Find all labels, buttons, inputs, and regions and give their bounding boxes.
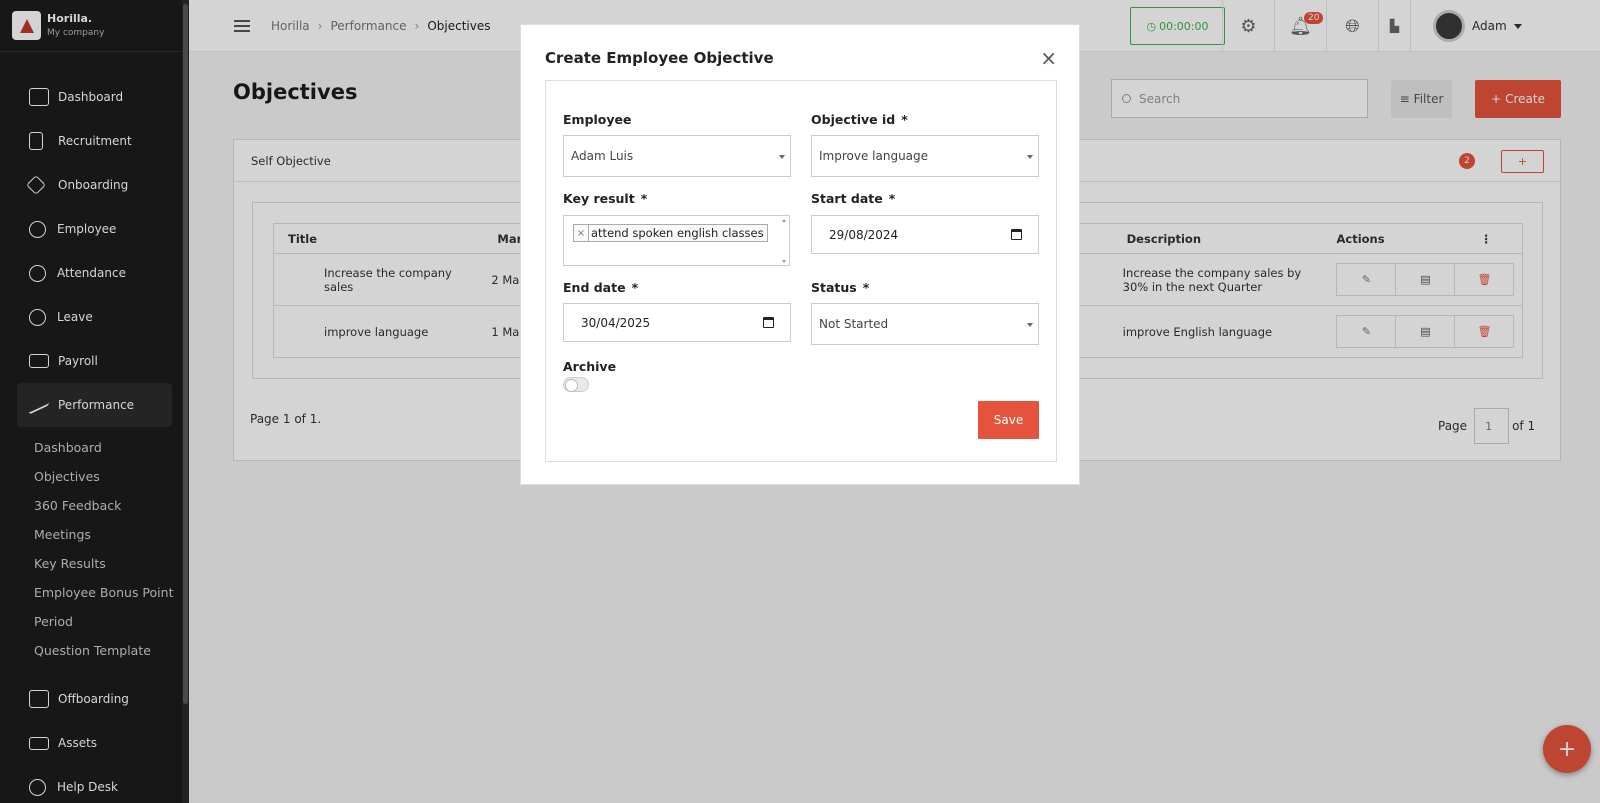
calendar-icon[interactable] [763, 317, 774, 328]
remove-tag-icon[interactable]: × [574, 225, 589, 241]
start-date-label: Start date * [811, 191, 895, 206]
required-mark: * [901, 112, 908, 127]
objective-value: Improve language [819, 149, 929, 163]
end-label-text: End date [563, 280, 626, 295]
required-mark: * [640, 191, 648, 206]
employee-label-text: Employee [563, 112, 632, 127]
objective-form: Employee Adam Luis Objective id * Improve… [545, 80, 1057, 462]
objective-label-text: Objective id [811, 112, 896, 127]
archive-toggle[interactable] [563, 377, 589, 392]
end-date-label: End date * [563, 280, 638, 295]
required-mark: * [862, 280, 870, 295]
tag-label: attend spoken english classes [591, 226, 764, 240]
required-mark: * [631, 280, 639, 295]
create-objective-modal: Create Employee Objective × Employee Ada… [520, 24, 1080, 485]
archive-label: Archive [563, 359, 617, 374]
end-date-input[interactable]: 30/04/2025 [563, 303, 791, 342]
multiselect-scrollbar[interactable] [781, 218, 787, 264]
key-result-multiselect[interactable]: × attend spoken english classes [563, 215, 790, 266]
modal-title: Create Employee Objective [545, 49, 774, 67]
calendar-icon[interactable] [1011, 229, 1022, 240]
status-label-text: Status [811, 280, 857, 295]
start-date-value: 29/08/2024 [829, 227, 899, 242]
end-date-value: 30/04/2025 [581, 315, 651, 330]
dropdown-arrow-icon [1027, 323, 1033, 327]
employee-value: Adam Luis [571, 149, 634, 163]
status-select[interactable]: Not Started [811, 303, 1039, 345]
dropdown-arrow-icon [1027, 155, 1033, 159]
start-date-input[interactable]: 29/08/2024 [811, 215, 1039, 254]
save-button[interactable]: Save [978, 401, 1039, 439]
status-label: Status * [811, 280, 869, 295]
objective-id-label: Objective id * [811, 112, 908, 127]
objective-id-select[interactable]: Improve language [811, 135, 1039, 177]
required-mark: * [888, 191, 896, 206]
key-result-tag: × attend spoken english classes [573, 224, 768, 242]
key-result-label-text: Key result [563, 191, 635, 206]
status-value: Not Started [819, 317, 889, 331]
key-result-label: Key result * [563, 191, 647, 206]
employee-label: Employee [563, 112, 632, 127]
start-label-text: Start date [811, 191, 883, 206]
dropdown-arrow-icon [779, 155, 785, 159]
employee-select[interactable]: Adam Luis [563, 135, 791, 177]
close-icon[interactable]: × [1040, 48, 1057, 68]
